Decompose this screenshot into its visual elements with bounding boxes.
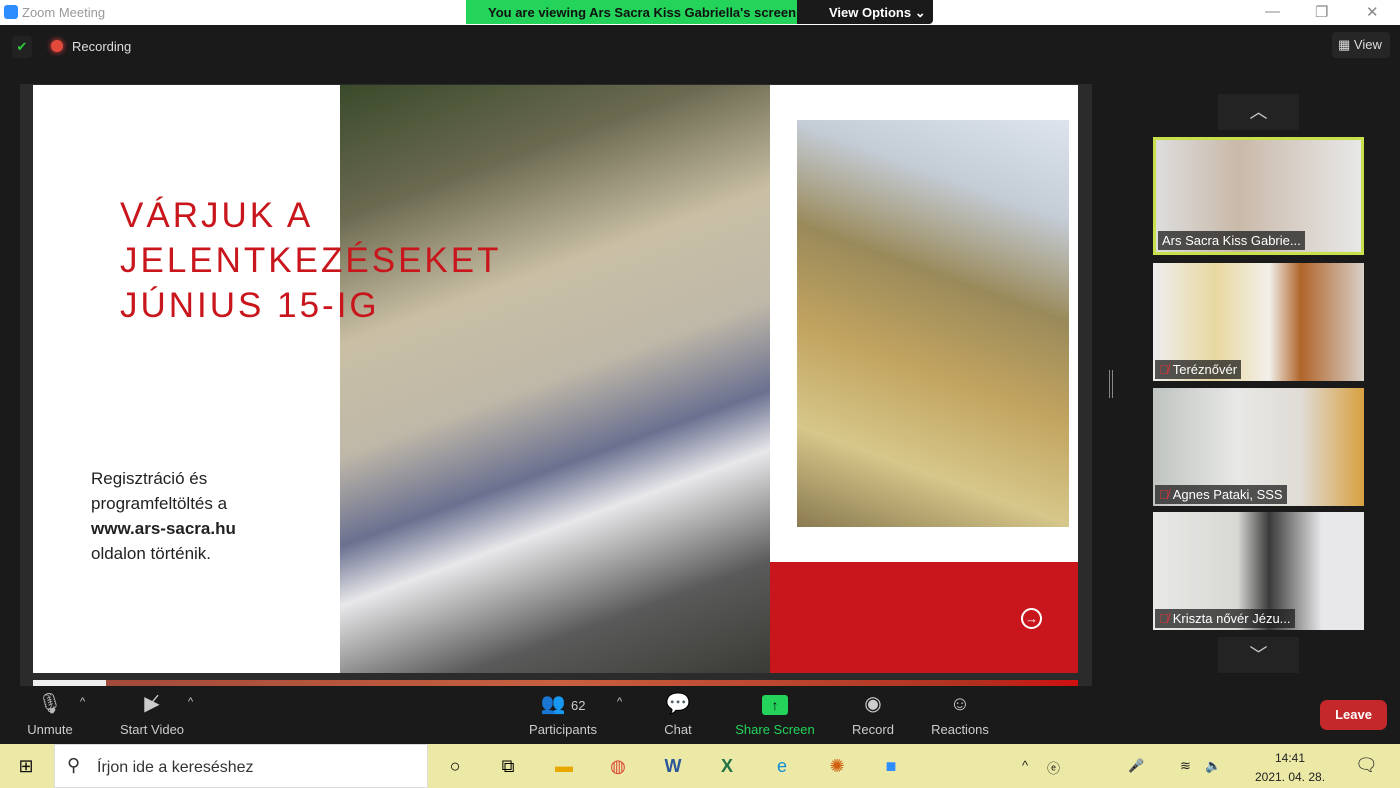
notifications-icon[interactable]: 🗨 <box>1355 755 1378 776</box>
zoom-taskbar-icon[interactable]: ■ <box>876 751 906 781</box>
mic-muted-icon: 🎙 <box>37 693 63 715</box>
chrome-icon[interactable]: ◍ <box>603 751 633 781</box>
participant-name: Kriszta nővér Jézu... <box>1172 611 1291 626</box>
minimize-icon[interactable]: — <box>1265 3 1280 20</box>
leave-button[interactable]: Leave <box>1320 700 1387 730</box>
video-tile[interactable]: 🎙̸ Agnes Pataki, SSS <box>1153 388 1364 506</box>
headline-line: VÁRJUK A <box>120 196 314 235</box>
windows-start-icon[interactable]: ⊞ <box>11 751 41 781</box>
reactions-button[interactable]: ☺ Reactions <box>925 686 995 744</box>
chevron-down-icon[interactable]: ﹀ <box>1218 637 1299 673</box>
viewing-banner: You are viewing Ars Sacra Kiss Gabriella… <box>466 0 933 24</box>
excel-icon[interactable]: X <box>712 751 742 781</box>
app-icon[interactable]: ✺ <box>822 751 852 781</box>
mic-muted-icon: 🎙̸ <box>1159 362 1169 377</box>
participants-button[interactable]: 👥 62 Participants <box>523 686 603 744</box>
mic-muted-icon: 🎙̸ <box>1159 487 1169 502</box>
zoom-logo-icon <box>4 5 18 19</box>
view-label: View <box>1353 37 1382 52</box>
file-explorer-icon[interactable]: ▬ <box>549 751 579 781</box>
video-tile[interactable]: 🎙̸ Teréznővér <box>1153 263 1364 381</box>
clock-time: 14:41 <box>1274 751 1306 765</box>
unmute-label: Unmute <box>27 722 73 737</box>
participants-icon: 👥 <box>540 693 566 715</box>
start-video-label: Start Video <box>119 722 185 737</box>
chat-label: Chat <box>664 722 692 737</box>
microphone-icon[interactable]: 🎤 <box>1128 758 1144 774</box>
chevron-up-icon[interactable]: ︿ <box>1218 94 1299 130</box>
chat-icon: 💬 <box>665 693 691 715</box>
recording-label: Recording <box>72 39 132 54</box>
record-label: Record <box>852 722 894 737</box>
participant-count: 62 <box>571 698 586 713</box>
shield-icon[interactable]: ✔ <box>12 36 32 58</box>
close-icon[interactable]: ✕ <box>1366 3 1379 21</box>
audio-options-caret[interactable]: ^ <box>80 696 85 708</box>
tray-app-icon[interactable]: ⓔ <box>1047 758 1060 777</box>
volume-icon[interactable]: 🔈 <box>1205 758 1221 774</box>
resize-handle[interactable] <box>1109 370 1113 398</box>
record-button[interactable]: ◉ Record <box>842 686 904 744</box>
participants-caret[interactable]: ^ <box>617 696 622 708</box>
reg-line: programfeltöltés a <box>91 494 228 513</box>
church-photo <box>797 120 1069 527</box>
view-options-button[interactable]: View Options ⌄ <box>829 5 926 21</box>
search-icon: ⚲ <box>67 755 81 775</box>
taskbar-clock[interactable]: 14:41 2021. 04. 28. <box>1250 749 1330 787</box>
video-options-caret[interactable]: ^ <box>188 696 193 708</box>
registration-text: Regisztráció és programfeltöltés a www.a… <box>91 466 236 566</box>
meeting-toolbar: 🎙 Unmute ^ ▶̸ Start Video ^ 👥 62 Participan… <box>0 686 1400 744</box>
slide-photo <box>340 85 770 673</box>
reg-line: oldalon történik. <box>91 544 212 563</box>
mic-muted-icon: 🎙̸ <box>1159 611 1169 626</box>
grid-icon: ▦ <box>1338 37 1354 52</box>
video-tile[interactable]: Ars Sacra Kiss Gabrie... <box>1153 137 1364 255</box>
share-screen-label: Share Screen <box>735 722 815 737</box>
window-title: Zoom Meeting <box>22 5 106 20</box>
participant-name: Ars Sacra Kiss Gabrie... <box>1158 231 1305 250</box>
tray-chevron-icon[interactable]: ^ <box>1022 758 1028 773</box>
viewing-text: You are viewing Ars Sacra Kiss Gabriella… <box>466 0 797 24</box>
headline-line: JÚNIUS 15-IG <box>120 286 380 325</box>
start-video-button[interactable]: ▶̸ Start Video <box>112 686 192 744</box>
reg-line: Regisztráció és <box>91 469 208 488</box>
unmute-button[interactable]: 🎙 Unmute <box>20 686 80 744</box>
chat-button[interactable]: 💬 Chat <box>652 686 704 744</box>
wifi-icon[interactable]: ≋ <box>1180 758 1191 774</box>
taskbar-search[interactable]: ⚲ Írjon ide a kereséshez <box>54 744 428 788</box>
participant-name: Teréznővér <box>1172 362 1238 377</box>
edge-icon[interactable]: e <box>767 751 797 781</box>
share-screen-button[interactable]: ↑ Share Screen <box>730 686 820 744</box>
video-off-icon: ▶̸ <box>144 693 160 715</box>
arrow-right-icon: → <box>1021 608 1042 629</box>
reactions-icon: ☺ <box>949 693 971 715</box>
video-tile[interactable]: 🎙̸ Kriszta nővér Jézu... <box>1153 512 1364 630</box>
task-view-icon[interactable]: ⧉ <box>493 751 523 781</box>
word-icon[interactable]: W <box>658 751 688 781</box>
reg-url: www.ars-sacra.hu <box>91 519 236 538</box>
recording-dot-icon <box>51 40 63 52</box>
headline-line: JELENTKEZÉSEKET <box>120 241 502 280</box>
reactions-label: Reactions <box>931 722 989 737</box>
maximize-icon[interactable]: ❐ <box>1315 3 1328 21</box>
clock-date: 2021. 04. 28. <box>1254 770 1326 784</box>
cortana-icon[interactable]: ○ <box>440 751 470 781</box>
participants-label: Participants <box>529 722 597 737</box>
search-placeholder: Írjon ide a kereséshez <box>97 759 254 776</box>
view-button[interactable]: ▦ View <box>1332 32 1390 58</box>
participant-name: Agnes Pataki, SSS <box>1172 487 1283 502</box>
slide-headline: VÁRJUK A JELENTKEZÉSEKET JÚNIUS 15-IG <box>120 193 520 328</box>
record-icon: ◉ <box>864 693 882 715</box>
share-screen-icon: ↑ <box>762 694 788 715</box>
